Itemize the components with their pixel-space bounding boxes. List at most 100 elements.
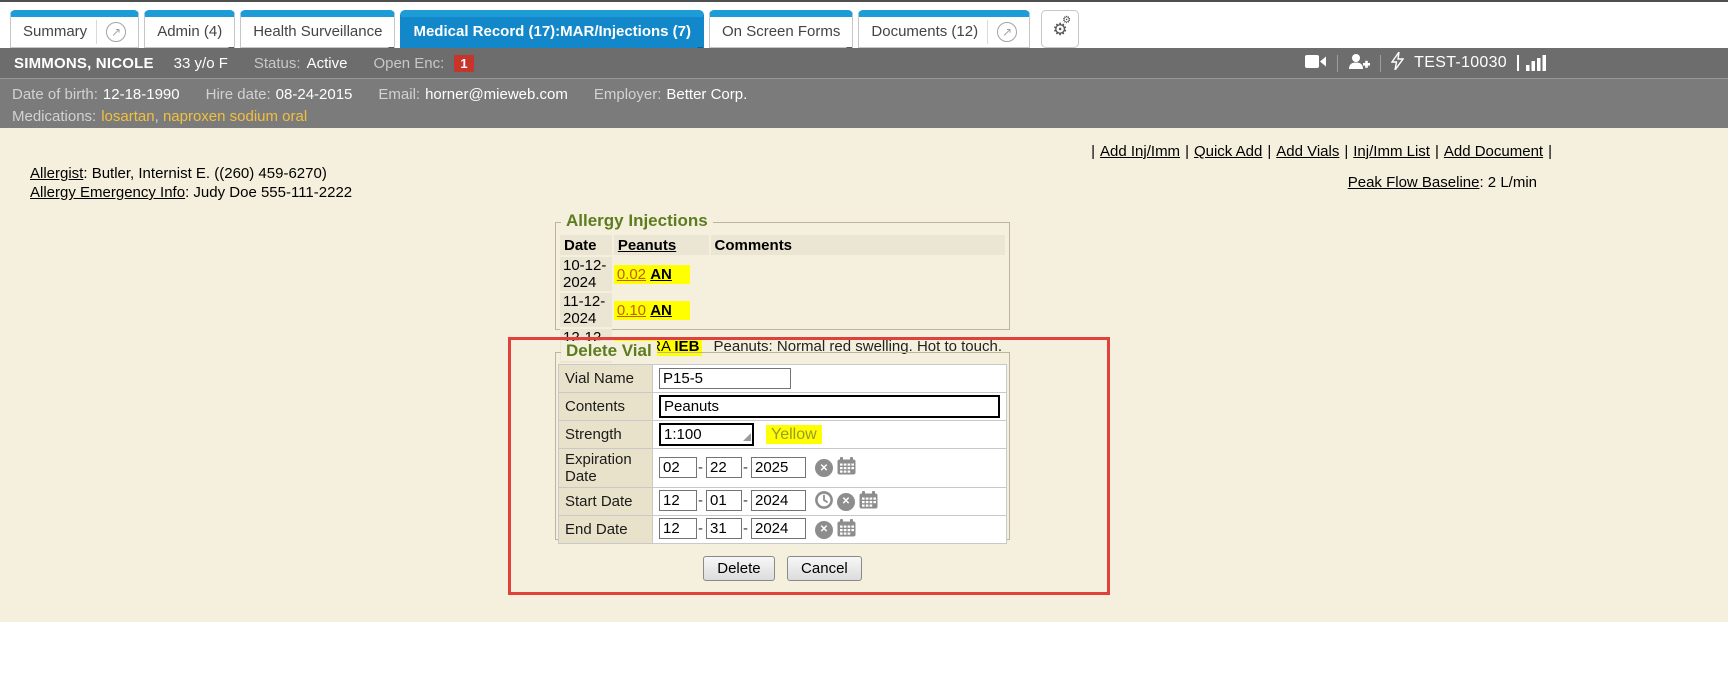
table-row: 10-12-2024 0.02 AN (560, 257, 1005, 291)
table-row: 11-12-2024 0.10 AN (560, 293, 1005, 327)
tab-health-surveillance[interactable]: Health Surveillance (240, 10, 395, 48)
peak-flow-baseline-value: : 2 L/min (1479, 174, 1537, 191)
end-month-input[interactable] (659, 518, 697, 539)
dose-link[interactable]: 0.02 (617, 266, 646, 283)
add-document-link[interactable]: Add Document (1444, 143, 1543, 160)
strength-input[interactable] (659, 423, 754, 446)
dob-value: 12-18-1990 (103, 86, 180, 103)
expiration-month-input[interactable] (659, 457, 697, 478)
add-inj-imm-link[interactable]: Add Inj/Imm (1100, 143, 1180, 160)
email-label: Email: (378, 86, 420, 103)
tab-summary-label: Summary (23, 23, 87, 40)
expiration-date-label: Expiration Date (559, 449, 653, 488)
reaction-link[interactable]: AN (650, 266, 672, 283)
tab-admin-label: Admin (4) (157, 23, 222, 40)
date-separator: - (743, 492, 748, 509)
action-links: | Add Inj/Imm | Quick Add | Add Vials | Inj/Imm… (1086, 143, 1557, 160)
start-month-input[interactable] (659, 490, 697, 511)
patient-header-bar: SIMMONS, NICOLE 33 y/o F Status: Active … (0, 48, 1728, 78)
delete-vial-fieldset: Delete Vial Vial Name Contents Strength … (555, 352, 1010, 540)
form-row-end-date: End Date --✕ (559, 516, 1007, 544)
patient-id: TEST-10030 (1414, 54, 1507, 72)
clock-icon[interactable] (815, 491, 833, 513)
tab-documents[interactable]: Documents (12) ↗ (858, 10, 1030, 48)
medication-link-losartan[interactable]: losartan (101, 108, 154, 125)
allergist-link[interactable]: Allergist (30, 165, 83, 182)
strength-color-note: Yellow (766, 425, 822, 444)
patient-age-sex: 33 y/o F (174, 55, 228, 72)
clear-icon[interactable]: ✕ (837, 493, 855, 511)
popout-icon[interactable]: ↗ (106, 22, 126, 42)
tab-medical-record[interactable]: Medical Record (17):MAR/Injections (7) (400, 10, 704, 48)
delete-vial-legend: Delete Vial (561, 341, 657, 361)
open-enc-label: Open Enc: (373, 55, 444, 72)
open-encounter-badge[interactable]: 1 (454, 55, 473, 72)
contents-label: Contents (559, 393, 653, 421)
dose-link[interactable]: 0.10 (617, 302, 646, 319)
medication-link-naproxen[interactable]: naproxen sodium oral (163, 108, 307, 125)
end-year-input[interactable] (751, 518, 806, 539)
tab-on-screen-forms[interactable]: On Screen Forms (709, 10, 853, 48)
tab-admin[interactable]: Admin (4) (144, 10, 235, 48)
date-separator: - (743, 459, 748, 476)
calendar-icon[interactable] (837, 457, 856, 479)
expiration-day-input[interactable] (706, 457, 742, 478)
tab-bar: Summary ↗ Admin (4) Health Surveillance … (0, 0, 1728, 48)
calendar-icon[interactable] (859, 491, 878, 513)
clear-icon[interactable]: ✕ (815, 521, 833, 539)
quick-add-link[interactable]: Quick Add (1194, 143, 1262, 160)
clear-icon[interactable]: ✕ (815, 459, 833, 477)
start-day-input[interactable] (706, 490, 742, 511)
add-vials-link[interactable]: Add Vials (1276, 143, 1339, 160)
cancel-button[interactable]: Cancel (787, 556, 862, 581)
allergy-emergency-info-value: : Judy Doe 555-111-2222 (185, 184, 352, 201)
tab-medical-record-label: Medical Record (17):MAR/Injections (7) (413, 23, 691, 40)
divider (1337, 55, 1338, 72)
reaction-link[interactable]: AN (650, 302, 672, 319)
contents-input[interactable] (659, 395, 1000, 418)
date-separator: - (698, 492, 703, 509)
separator: | (1548, 143, 1552, 160)
add-user-icon[interactable] (1348, 53, 1370, 74)
tab-health-surveillance-label: Health Surveillance (253, 23, 382, 40)
medication-separator: , (155, 108, 163, 125)
lightning-icon[interactable] (1391, 52, 1404, 74)
peak-flow-baseline: Peak Flow Baseline: 2 L/min (1348, 174, 1537, 191)
allergy-emergency-info-link[interactable]: Allergy Emergency Info (30, 184, 185, 201)
flowsheet-button[interactable] (1517, 55, 1546, 71)
table-header-row: Date Peanuts Comments (560, 235, 1005, 255)
popout-icon[interactable]: ↗ (997, 22, 1017, 42)
injection-comment (711, 293, 1005, 327)
inj-imm-list-link[interactable]: Inj/Imm List (1353, 143, 1430, 160)
delete-vial-buttons: Delete Cancel (555, 556, 1010, 581)
expiration-year-input[interactable] (751, 457, 806, 478)
separator: | (1091, 143, 1095, 160)
start-year-input[interactable] (751, 490, 806, 511)
delete-button[interactable]: Delete (703, 556, 774, 581)
hire-date-value: 08-24-2015 (276, 86, 353, 103)
medications-label: Medications: (12, 108, 96, 125)
form-row-expiration-date: Expiration Date - - ✕ (559, 449, 1007, 488)
end-day-input[interactable] (706, 518, 742, 539)
video-camera-icon[interactable] (1305, 54, 1327, 73)
form-row-contents: Contents (559, 393, 1007, 421)
separator: | (1435, 143, 1439, 160)
tab-summary[interactable]: Summary ↗ (10, 10, 139, 48)
vial-name-input[interactable] (659, 368, 791, 389)
patient-name: SIMMONS, NICOLE (14, 55, 154, 72)
bar-chart-icon (1526, 55, 1546, 71)
allergy-injections-legend: Allergy Injections (561, 211, 713, 231)
calendar-icon[interactable] (837, 519, 856, 541)
tab-on-screen-forms-label: On Screen Forms (722, 23, 840, 40)
settings-button[interactable]: ⚙ ⚙ (1041, 10, 1079, 48)
employer-value: Better Corp. (666, 86, 747, 103)
form-row-vial-name: Vial Name (559, 365, 1007, 393)
allergy-injections-fieldset: Allergy Injections Date Peanuts Comments… (555, 222, 1010, 330)
date-separator: - (698, 459, 703, 476)
peak-flow-baseline-link[interactable]: Peak Flow Baseline (1348, 174, 1480, 191)
separator: | (1267, 143, 1271, 160)
email-value: horner@mieweb.com (425, 86, 568, 103)
peanuts-column-header-link[interactable]: Peanuts (618, 237, 676, 254)
tab-divider (96, 20, 97, 44)
dob-label: Date of birth: (12, 86, 98, 103)
